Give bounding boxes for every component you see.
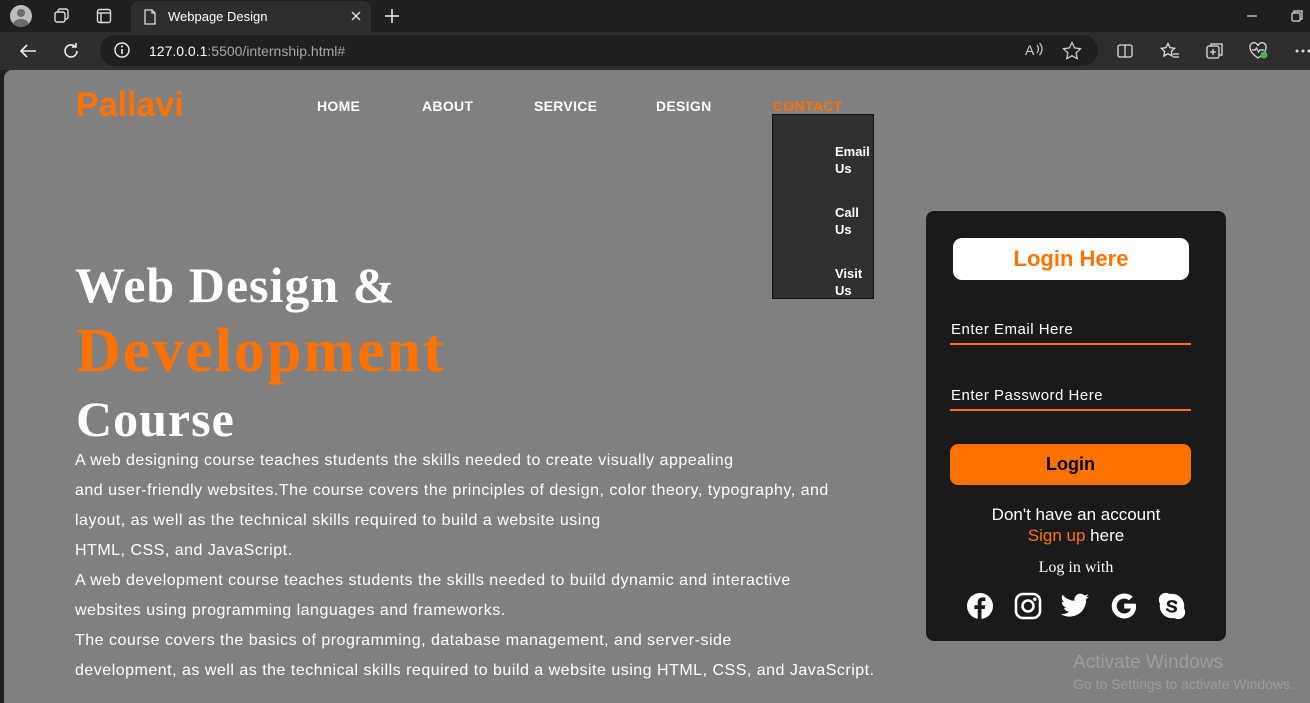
- browser-essentials-icon[interactable]: [1247, 39, 1271, 63]
- skype-icon[interactable]: [1157, 591, 1187, 621]
- facebook-icon[interactable]: [965, 591, 995, 621]
- description-line: A web development course teaches student…: [75, 572, 791, 589]
- nav-contact[interactable]: CONTACT: [773, 98, 843, 114]
- signup-suffix: here: [1085, 526, 1125, 545]
- url-host: 127.0.0.1: [149, 43, 208, 59]
- browser-toolbar: 127.0.0.1:5500/internship.html# A: [0, 32, 1310, 70]
- site-info-icon[interactable]: [114, 42, 130, 63]
- dropdown-email-us[interactable]: Email Us: [835, 143, 875, 177]
- svg-text:A: A: [1025, 42, 1035, 58]
- favorites-icon[interactable]: [1158, 39, 1182, 63]
- new-tab-icon[interactable]: [380, 4, 404, 28]
- address-bar[interactable]: 127.0.0.1:5500/internship.html# A: [100, 35, 1098, 66]
- description-line: and user-friendly websites.The course co…: [75, 482, 829, 499]
- url-text[interactable]: 127.0.0.1:5500/internship.html#: [149, 43, 345, 59]
- read-aloud-icon[interactable]: A: [1024, 41, 1044, 64]
- nav-home[interactable]: HOME: [317, 98, 360, 114]
- nav-service[interactable]: SERVICE: [534, 98, 597, 114]
- watermark-title: Activate Windows: [1073, 652, 1223, 673]
- hero-heading-line2: Development: [76, 317, 446, 385]
- split-screen-icon[interactable]: [1113, 39, 1137, 63]
- tab-webpage-design[interactable]: Webpage Design: [131, 1, 371, 32]
- tab-actions-icon[interactable]: [92, 4, 116, 28]
- dropdown-visit-us[interactable]: Visit Us: [835, 265, 875, 299]
- tab-title: Webpage Design: [168, 9, 268, 24]
- browser-tab-bar: Webpage Design: [0, 0, 1310, 32]
- description-line: layout, as well as the technical skills …: [75, 512, 601, 529]
- refresh-icon[interactable]: [59, 39, 83, 63]
- no-account-text: Don't have an account: [991, 505, 1161, 524]
- google-icon[interactable]: [1109, 591, 1139, 621]
- profile-icon[interactable]: [9, 4, 33, 28]
- signup-prompt: Don't have an account Sign up here: [926, 504, 1226, 546]
- description-line: HTML, CSS, and JavaScript.: [75, 542, 293, 559]
- login-heading: Login Here: [953, 238, 1189, 280]
- close-tab-icon[interactable]: [345, 5, 367, 27]
- nav-design[interactable]: DESIGN: [656, 98, 711, 114]
- page-icon: [143, 9, 157, 30]
- site-logo[interactable]: Pallavi: [76, 86, 184, 125]
- workspaces-icon[interactable]: [50, 4, 74, 28]
- activate-windows-watermark: Activate Windows Go to Settings to activ…: [1073, 652, 1294, 694]
- contact-dropdown: Email Us Call Us Visit Us: [772, 114, 874, 299]
- page-viewport: Pallavi HOME ABOUT SERVICE DESIGN CONTAC…: [4, 70, 1310, 703]
- login-button[interactable]: Login: [950, 444, 1191, 485]
- twitter-icon[interactable]: [1060, 591, 1090, 621]
- description-line: The course covers the basics of programm…: [75, 632, 732, 649]
- password-field[interactable]: [950, 381, 1191, 411]
- more-options-icon[interactable]: [1291, 39, 1310, 63]
- restore-icon[interactable]: [1285, 4, 1309, 28]
- add-favorite-star-icon[interactable]: [1062, 41, 1082, 66]
- collections-icon[interactable]: [1203, 39, 1227, 63]
- dropdown-call-us[interactable]: Call Us: [835, 204, 875, 238]
- login-card: Login Here Login Don't have an account S…: [926, 211, 1226, 641]
- hero-heading-line3: Course: [76, 391, 235, 447]
- login-with-label: Log in with: [1038, 559, 1114, 576]
- signup-link[interactable]: Sign up: [1028, 526, 1086, 545]
- course-description: A web designing course teaches students …: [75, 446, 975, 686]
- description-line: websites using programming languages and…: [75, 602, 506, 619]
- minimize-icon[interactable]: [1240, 4, 1264, 28]
- description-line: development, as well as the technical sk…: [75, 662, 875, 679]
- description-line: A web designing course teaches students …: [75, 452, 734, 469]
- back-icon[interactable]: [16, 39, 40, 63]
- email-field[interactable]: [950, 315, 1191, 345]
- nav-about[interactable]: ABOUT: [422, 98, 473, 114]
- url-path: :5500/internship.html#: [207, 43, 346, 59]
- hero-heading-line1: Web Design &: [75, 257, 396, 313]
- instagram-icon[interactable]: [1013, 591, 1043, 621]
- watermark-subtitle: Go to Settings to activate Windows.: [1073, 676, 1294, 692]
